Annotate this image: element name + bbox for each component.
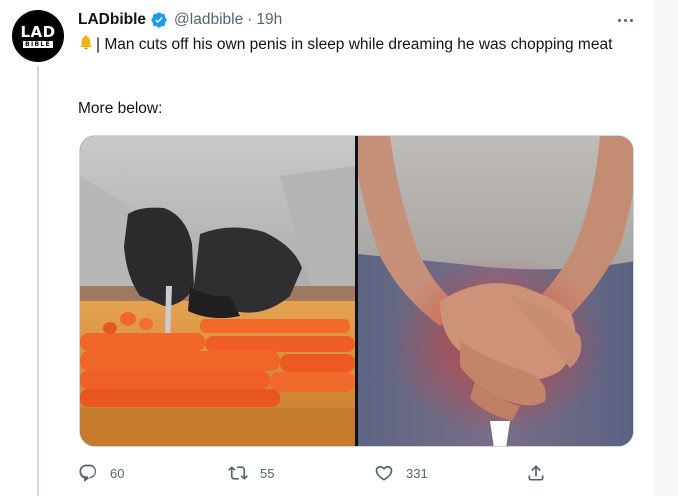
left-photo [80, 136, 355, 446]
tweet-text-body: | Man cuts off his own penis in sleep wh… [96, 36, 613, 53]
tweet[interactable]: LAD BIBLE LADbible @ladbible · 19h | Man… [0, 0, 678, 496]
bell-icon [80, 35, 92, 50]
avatar-logo-subtext: BIBLE [23, 40, 53, 48]
media-divider [355, 136, 358, 446]
like-button[interactable]: 331 [374, 458, 428, 488]
avatar-logo-text: LAD [20, 22, 56, 41]
tweet-actions: 60 55 331 [78, 458, 638, 488]
share-button[interactable] [526, 458, 546, 488]
reply-count: 60 [110, 465, 125, 481]
tweet-text-more-below: More below: [78, 100, 163, 117]
reply-icon [79, 464, 97, 482]
more-options-icon[interactable] [608, 10, 642, 30]
like-count: 331 [406, 465, 428, 481]
avatar[interactable]: LAD BIBLE [12, 10, 64, 62]
right-photo [358, 136, 633, 446]
timestamp[interactable]: 19h [256, 11, 282, 29]
share-icon [528, 465, 544, 481]
display-name[interactable]: LADbible [78, 11, 146, 29]
retweet-count: 55 [260, 465, 275, 481]
timeline-background [654, 0, 678, 496]
retweet-button[interactable]: 55 [228, 458, 274, 488]
tweet-media[interactable] [79, 135, 634, 447]
thread-line [37, 66, 39, 496]
verified-badge-icon[interactable] [150, 11, 168, 29]
handle[interactable]: @ladbible [174, 11, 243, 29]
retweet-icon [228, 466, 248, 480]
separator-dot: · [247, 11, 253, 28]
tweet-text: | Man cuts off his own penis in sleep wh… [78, 34, 638, 56]
tweet-header: LADbible @ladbible · 19h [78, 10, 282, 30]
heart-icon [375, 465, 393, 481]
reply-button[interactable]: 60 [78, 458, 124, 488]
media-image[interactable] [80, 136, 634, 447]
